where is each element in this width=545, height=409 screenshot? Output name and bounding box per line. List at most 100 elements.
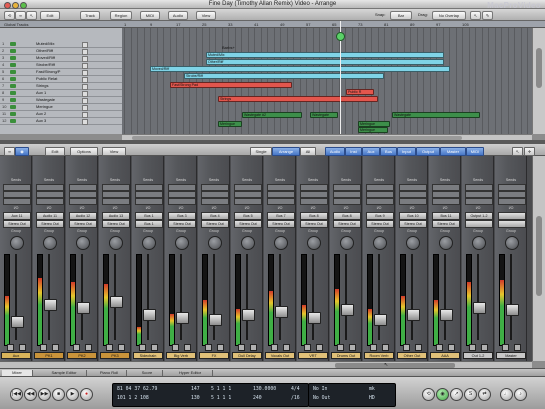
mixer-filter-inst[interactable]: Inst bbox=[345, 146, 362, 156]
volume-fader[interactable] bbox=[407, 309, 420, 321]
send-slot[interactable] bbox=[498, 184, 526, 191]
mixer-filter-bus[interactable]: Bus bbox=[380, 146, 397, 156]
menu-edit[interactable]: Edit bbox=[40, 11, 60, 20]
mute-button[interactable] bbox=[205, 344, 212, 351]
mixer-link-icon[interactable]: ∞ bbox=[4, 146, 15, 156]
send-slot[interactable] bbox=[333, 191, 361, 198]
mixer-mode-arrange[interactable]: Arrange bbox=[272, 146, 300, 156]
metronome-icon[interactable]: ♩ bbox=[500, 388, 513, 401]
catch-icon[interactable]: ⟲ bbox=[4, 11, 15, 20]
mixer-mode-all[interactable]: All bbox=[300, 146, 316, 156]
mixer-menu-options[interactable]: Options bbox=[70, 146, 98, 156]
pan-knob-icon[interactable] bbox=[439, 236, 453, 250]
pan-knob-icon[interactable] bbox=[274, 236, 288, 250]
input-slot[interactable]: Bus 4 bbox=[201, 212, 229, 220]
arrange-region[interactable]: Wastegate bbox=[392, 112, 480, 118]
track-mute-button[interactable] bbox=[82, 118, 88, 125]
mute-button[interactable] bbox=[271, 344, 278, 351]
fast-forward-icon[interactable]: ▶▶ bbox=[38, 388, 51, 401]
solo-button[interactable] bbox=[349, 344, 356, 351]
output-slot[interactable]: Stereo Out bbox=[102, 220, 130, 228]
send-slot[interactable] bbox=[300, 184, 328, 191]
menu-region[interactable]: Region bbox=[110, 11, 132, 20]
channel-name[interactable]: PK2 bbox=[67, 352, 97, 359]
mute-button[interactable] bbox=[172, 344, 179, 351]
input-slot[interactable]: Audio 11 bbox=[36, 212, 64, 220]
group-slot[interactable]: Group bbox=[102, 229, 128, 234]
send-slot[interactable] bbox=[366, 198, 394, 205]
group-slot[interactable]: Group bbox=[432, 229, 458, 234]
send-slot[interactable] bbox=[300, 191, 328, 198]
pan-knob-icon[interactable] bbox=[10, 236, 24, 250]
group-slot[interactable]: Group bbox=[36, 229, 62, 234]
volume-fader[interactable] bbox=[209, 314, 222, 326]
mixer-filter-input[interactable]: Input bbox=[397, 146, 416, 156]
channel-name[interactable]: Aux bbox=[1, 352, 31, 359]
track-name[interactable]: Strings bbox=[36, 82, 78, 89]
track-name[interactable]: Public Relat bbox=[36, 75, 78, 82]
send-slot[interactable] bbox=[3, 184, 31, 191]
track-name[interactable]: Aux 3 bbox=[36, 117, 78, 124]
solo-button[interactable] bbox=[184, 344, 191, 351]
track-name[interactable]: Aux 2 bbox=[36, 110, 78, 117]
channel-name[interactable]: Other Out bbox=[397, 352, 427, 359]
mute-button[interactable] bbox=[436, 344, 443, 351]
arrange-region[interactable]: Meringue bbox=[358, 127, 388, 133]
mute-button[interactable] bbox=[337, 344, 344, 351]
send-slot[interactable] bbox=[102, 184, 130, 191]
menu-view[interactable]: View bbox=[196, 11, 216, 20]
send-slot[interactable] bbox=[135, 191, 163, 198]
arrange-region[interactable]: Strobe/Riff bbox=[184, 73, 384, 79]
arrange-area[interactable]: Barbs+ Muted/Mix Other/Riff Moved/Riff Strob… bbox=[122, 28, 532, 134]
volume-fader[interactable] bbox=[374, 314, 387, 326]
pan-knob-icon[interactable] bbox=[472, 236, 486, 250]
output-slot[interactable]: Stereo Out bbox=[267, 220, 295, 228]
tuner-icon[interactable]: ♪ bbox=[514, 388, 527, 401]
input-slot[interactable]: Bus 8 bbox=[300, 212, 328, 220]
send-slot[interactable] bbox=[432, 184, 460, 191]
solo-button[interactable] bbox=[283, 344, 290, 351]
solo-button[interactable] bbox=[448, 344, 455, 351]
volume-fader[interactable] bbox=[440, 309, 453, 321]
solo-button[interactable] bbox=[217, 344, 224, 351]
pan-knob-icon[interactable] bbox=[373, 236, 387, 250]
rewind-start-icon[interactable]: |◀◀ bbox=[10, 388, 23, 401]
send-slot[interactable] bbox=[201, 198, 229, 205]
input-slot[interactable]: Bus 7 bbox=[267, 212, 295, 220]
channel-name[interactable]: Master bbox=[496, 352, 526, 359]
channel-name[interactable]: PK3 bbox=[100, 352, 130, 359]
mute-button[interactable] bbox=[139, 344, 146, 351]
group-slot[interactable]: Group bbox=[399, 229, 425, 234]
track-row[interactable]: 12 Aux 3 bbox=[0, 117, 122, 125]
menu-audio[interactable]: Audio bbox=[168, 11, 188, 20]
output-slot[interactable]: Stereo Out bbox=[36, 220, 64, 228]
volume-fader[interactable] bbox=[110, 296, 123, 308]
solo-button[interactable] bbox=[52, 344, 59, 351]
menu-midi[interactable]: MIDI bbox=[140, 11, 160, 20]
mixer-filter-output[interactable]: Output bbox=[416, 146, 440, 156]
send-slot[interactable] bbox=[3, 191, 31, 198]
channel-name[interactable]: Out 1-2 bbox=[463, 352, 493, 359]
send-slot[interactable] bbox=[102, 198, 130, 205]
mute-button[interactable] bbox=[238, 344, 245, 351]
mixer-vertical-scrollbar[interactable] bbox=[532, 156, 545, 361]
mixer-filter-midi[interactable]: MIDI bbox=[466, 146, 484, 156]
arrange-vertical-scrollbar[interactable] bbox=[532, 28, 545, 134]
playhead-marker-icon[interactable] bbox=[336, 32, 345, 41]
channel-name[interactable]: AAA bbox=[430, 352, 460, 359]
drag-select[interactable]: No Overlap bbox=[432, 11, 466, 20]
send-slot[interactable] bbox=[135, 184, 163, 191]
output-slot[interactable]: Bus 1 bbox=[135, 220, 163, 228]
send-slot[interactable] bbox=[201, 191, 229, 198]
send-slot[interactable] bbox=[135, 198, 163, 205]
channel-name[interactable]: VRT bbox=[298, 352, 328, 359]
solo-button[interactable] bbox=[415, 344, 422, 351]
output-slot[interactable]: Stereo Out bbox=[69, 220, 97, 228]
mixer-pointer-icon[interactable]: ↖ bbox=[512, 146, 523, 156]
group-slot[interactable]: Group bbox=[135, 229, 161, 234]
menu-track[interactable]: Track bbox=[80, 11, 100, 20]
solo-button[interactable] bbox=[382, 344, 389, 351]
pan-knob-icon[interactable] bbox=[505, 236, 519, 250]
volume-fader[interactable] bbox=[176, 312, 189, 324]
mixer-mode-single[interactable]: Single bbox=[250, 146, 272, 156]
